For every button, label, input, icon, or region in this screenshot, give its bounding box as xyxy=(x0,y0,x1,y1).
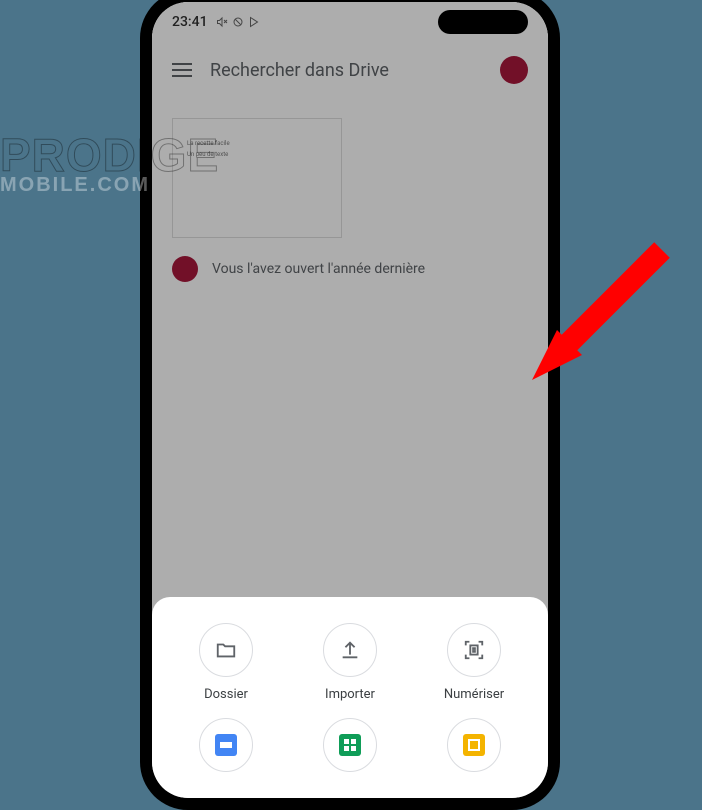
sheets-button[interactable] xyxy=(295,718,405,772)
scan-button[interactable]: Numériser xyxy=(419,623,529,702)
import-button[interactable]: Importer xyxy=(295,623,405,702)
watermark-line1: PRODIGE xyxy=(0,135,219,176)
docs-icon xyxy=(199,718,253,772)
slides-icon xyxy=(447,718,501,772)
folder-icon xyxy=(199,623,253,677)
folder-button[interactable]: Dossier xyxy=(171,623,281,702)
phone-frame: 23:41 75 % Rechercher dans Drive La rece… xyxy=(140,0,560,810)
slides-button[interactable] xyxy=(419,718,529,772)
create-sheet: Dossier Importer Numériser xyxy=(152,597,548,798)
sheets-icon xyxy=(323,718,377,772)
upload-icon xyxy=(323,623,377,677)
sheet-row-1: Dossier Importer Numériser xyxy=(164,623,536,702)
scan-icon xyxy=(447,623,501,677)
screen: 23:41 75 % Rechercher dans Drive La rece… xyxy=(152,2,548,798)
scan-label: Numériser xyxy=(444,687,504,702)
docs-button[interactable] xyxy=(171,718,281,772)
sheet-row-2 xyxy=(164,718,536,772)
import-label: Importer xyxy=(325,687,375,702)
folder-label: Dossier xyxy=(204,687,248,702)
watermark: PRODIGE MOBILE.COM xyxy=(0,135,219,194)
